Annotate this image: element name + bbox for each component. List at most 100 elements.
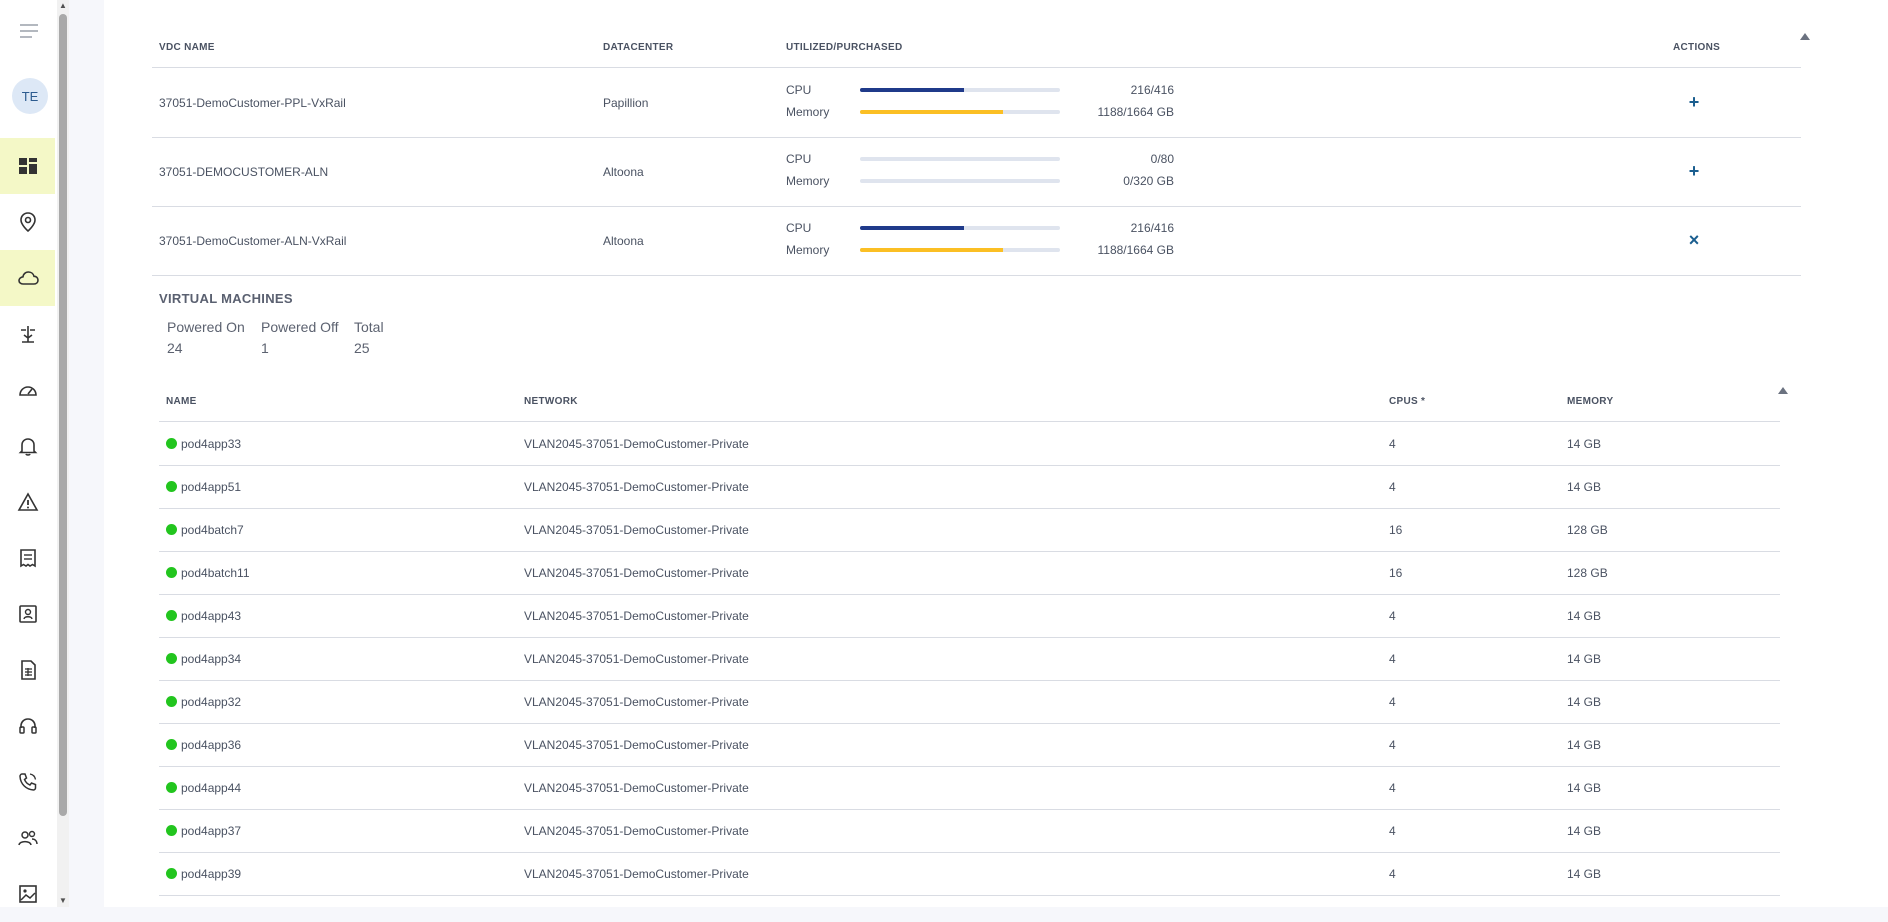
header-datacenter[interactable]: DATACENTER	[603, 42, 673, 53]
cpu-label: CPU	[786, 83, 812, 97]
header-utilized[interactable]: UTILIZED/PURCHASED	[786, 42, 903, 53]
vm-cpus: 4	[1389, 437, 1396, 451]
sidebar: TE	[0, 0, 58, 907]
divider	[159, 723, 1780, 724]
powered-on-status-icon	[166, 739, 177, 750]
memory-label: Memory	[786, 105, 830, 119]
vdc-datacenter: Altoona	[603, 165, 644, 179]
header-vdc-name[interactable]: VDC NAME	[159, 42, 215, 53]
bell-icon	[18, 438, 37, 456]
divider	[159, 766, 1780, 767]
header-vm-name[interactable]: NAME	[166, 396, 197, 407]
powered-off-count: 1	[261, 340, 269, 356]
vm-name[interactable]: pod4batch11	[181, 566, 250, 580]
scroll-down-arrow-icon[interactable]: ▼	[58, 896, 68, 906]
cpu-usage-fill	[860, 226, 964, 230]
powered-on-label: Powered On	[167, 319, 245, 335]
cloud-icon	[17, 271, 39, 285]
total-label: Total	[354, 319, 384, 335]
vm-name[interactable]: pod4app34	[181, 652, 241, 666]
receipt-icon	[19, 549, 36, 568]
vm-name[interactable]: pod4app33	[181, 437, 241, 451]
vm-network: VLAN2045-37051-DemoCustomer-Private	[524, 824, 749, 838]
cpu-label: CPU	[786, 152, 812, 166]
powered-on-status-icon	[166, 524, 177, 535]
vm-memory: 128 GB	[1567, 523, 1608, 537]
dashboard-icon	[18, 158, 37, 174]
header-cpus[interactable]: CPUS *	[1389, 396, 1425, 407]
divider	[159, 895, 1780, 896]
avatar[interactable]: TE	[12, 78, 48, 114]
sidebar-item-users[interactable]	[0, 810, 55, 866]
gallery-icon	[18, 885, 37, 903]
vm-memory: 14 GB	[1567, 867, 1602, 881]
vm-memory: 14 GB	[1567, 824, 1602, 838]
powered-on-status-icon	[166, 782, 177, 793]
vm-cpus: 16	[1389, 523, 1403, 537]
sidebar-item-gallery[interactable]	[0, 866, 55, 922]
vm-network: VLAN2045-37051-DemoCustomer-Private	[524, 867, 749, 881]
vm-name[interactable]: pod4app43	[181, 609, 241, 623]
sidebar-item-contacts[interactable]	[0, 586, 55, 642]
sidebar-item-locations[interactable]	[0, 194, 55, 250]
menu-toggle-icon[interactable]	[18, 20, 40, 42]
speedometer-icon	[18, 386, 37, 396]
vm-name[interactable]: pod4batch7	[181, 523, 244, 537]
sidebar-item-alerts[interactable]	[0, 474, 55, 530]
warning-icon	[17, 492, 38, 511]
cpu-value: 216/416	[1130, 221, 1174, 235]
cpu-usage-bar	[860, 226, 1060, 230]
vm-name[interactable]: pod4app39	[181, 867, 241, 881]
scroll-up-arrow-icon[interactable]: ▲	[58, 1, 68, 11]
vm-name[interactable]: pod4app44	[181, 781, 241, 795]
header-network[interactable]: NETWORK	[524, 396, 578, 407]
vm-memory: 14 GB	[1567, 738, 1602, 752]
vm-name[interactable]: pod4app37	[181, 824, 241, 838]
sidebar-item-voice[interactable]	[0, 754, 55, 810]
sidebar-item-notifications[interactable]	[0, 418, 55, 474]
vdc-table-scroll-up-icon[interactable]	[1800, 33, 1810, 40]
section-title: VIRTUAL MACHINES	[159, 291, 293, 306]
divider	[159, 421, 1780, 422]
powered-on-status-icon	[166, 438, 177, 449]
vm-memory: 14 GB	[1567, 695, 1602, 709]
vm-cpus: 4	[1389, 480, 1396, 494]
vm-cpus: 4	[1389, 652, 1396, 666]
sidebar-item-network[interactable]	[0, 306, 55, 362]
divider	[152, 275, 1801, 276]
vm-cpus: 4	[1389, 781, 1396, 795]
divider	[159, 637, 1780, 638]
header-memory[interactable]: MEMORY	[1567, 396, 1613, 407]
contacts-book-icon	[18, 605, 37, 623]
sidebar-item-performance[interactable]	[0, 362, 55, 418]
vm-cpus: 4	[1389, 609, 1396, 623]
page-scrollbar-thumb[interactable]	[59, 14, 67, 816]
sidebar-item-cloud[interactable]	[0, 250, 55, 306]
add-button[interactable]: +	[1684, 161, 1704, 181]
vm-cpus: 16	[1389, 566, 1403, 580]
vm-name[interactable]: pod4app36	[181, 738, 241, 752]
vdc-name: 37051-DemoCustomer-PPL-VxRail	[159, 96, 346, 110]
divider	[152, 67, 1801, 68]
cpu-usage-bar	[860, 157, 1060, 161]
memory-usage-fill	[860, 248, 1003, 252]
sidebar-item-billing[interactable]	[0, 530, 55, 586]
divider	[152, 206, 1801, 207]
vm-network: VLAN2045-37051-DemoCustomer-Private	[524, 480, 749, 494]
add-button[interactable]: +	[1684, 92, 1704, 112]
close-button[interactable]: ×	[1684, 230, 1704, 250]
divider	[159, 594, 1780, 595]
vm-table-scroll-up-icon[interactable]	[1778, 387, 1788, 394]
memory-usage-fill	[860, 110, 1003, 114]
memory-usage-bar	[860, 179, 1060, 183]
vm-network: VLAN2045-37051-DemoCustomer-Private	[524, 566, 749, 580]
sidebar-item-reports[interactable]	[0, 642, 55, 698]
vm-network: VLAN2045-37051-DemoCustomer-Private	[524, 437, 749, 451]
vm-name[interactable]: pod4app32	[181, 695, 241, 709]
vm-memory: 14 GB	[1567, 652, 1602, 666]
vm-name[interactable]: pod4app51	[181, 480, 241, 494]
sidebar-item-dashboard[interactable]	[0, 138, 55, 194]
sidebar-item-support[interactable]	[0, 698, 55, 754]
cpu-label: CPU	[786, 221, 812, 235]
memory-value: 1188/1664 GB	[1097, 243, 1174, 257]
